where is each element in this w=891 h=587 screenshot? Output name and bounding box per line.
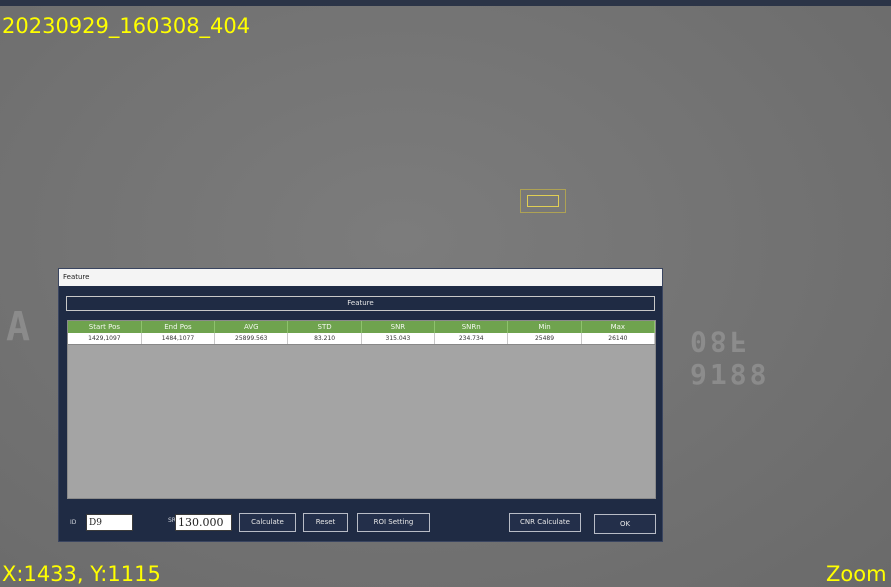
column-header-start-pos[interactable]: Start Pos: [68, 321, 142, 333]
cell-min: 25489: [507, 333, 582, 345]
roi-setting-button[interactable]: ROI Setting: [357, 513, 430, 532]
column-header-end-pos[interactable]: End Pos: [141, 321, 216, 333]
cell-end-pos: 1484,1077: [141, 333, 216, 345]
image-marking-line1: 08F: [690, 325, 750, 358]
cnr-calculate-button[interactable]: CNR Calculate: [509, 513, 581, 532]
column-header-std[interactable]: STD: [287, 321, 362, 333]
feature-results-grid[interactable]: Start Pos End Pos AVG STD SNR SNRn Min M…: [67, 320, 656, 499]
image-marking-a: A: [6, 304, 31, 350]
cursor-position-readout: X:1433, Y:1115: [2, 562, 161, 586]
column-header-avg[interactable]: AVG: [214, 321, 289, 333]
id-label: ID: [70, 519, 77, 526]
column-header-max[interactable]: Max: [581, 321, 656, 333]
cell-start-pos: 1429,1097: [68, 333, 142, 345]
reset-button[interactable]: Reset: [303, 513, 348, 532]
column-header-min[interactable]: Min: [507, 321, 582, 333]
ok-button[interactable]: OK: [594, 514, 656, 534]
column-header-snr[interactable]: SNR: [361, 321, 436, 333]
column-header-snrn[interactable]: SNRn: [434, 321, 509, 333]
image-marking-line2: 9188: [690, 358, 770, 391]
table-row[interactable]: 1429,1097 1484,1077 25899.563 83.210 315…: [68, 333, 656, 345]
cell-avg: 25899.563: [214, 333, 289, 345]
srb-field[interactable]: [175, 514, 232, 531]
roi-inner-box[interactable]: [527, 195, 559, 207]
feature-dialog: Feature Feature Start Pos End Pos AVG ST…: [58, 268, 663, 542]
calculate-button[interactable]: Calculate: [239, 513, 296, 532]
table-header-row: Start Pos End Pos AVG STD SNR SNRn Min M…: [68, 321, 656, 333]
cell-snrn: 234.734: [434, 333, 509, 345]
zoom-readout: Zoom: [826, 562, 887, 586]
cell-std: 83.210: [287, 333, 362, 345]
id-field[interactable]: [86, 514, 133, 531]
feature-section-header: Feature: [66, 296, 655, 311]
cell-max: 26140: [581, 333, 656, 345]
cell-snr: 315.043: [361, 333, 436, 345]
image-name-label: 20230929_160308_404: [2, 14, 251, 38]
dialog-title-bar[interactable]: Feature: [59, 269, 662, 286]
